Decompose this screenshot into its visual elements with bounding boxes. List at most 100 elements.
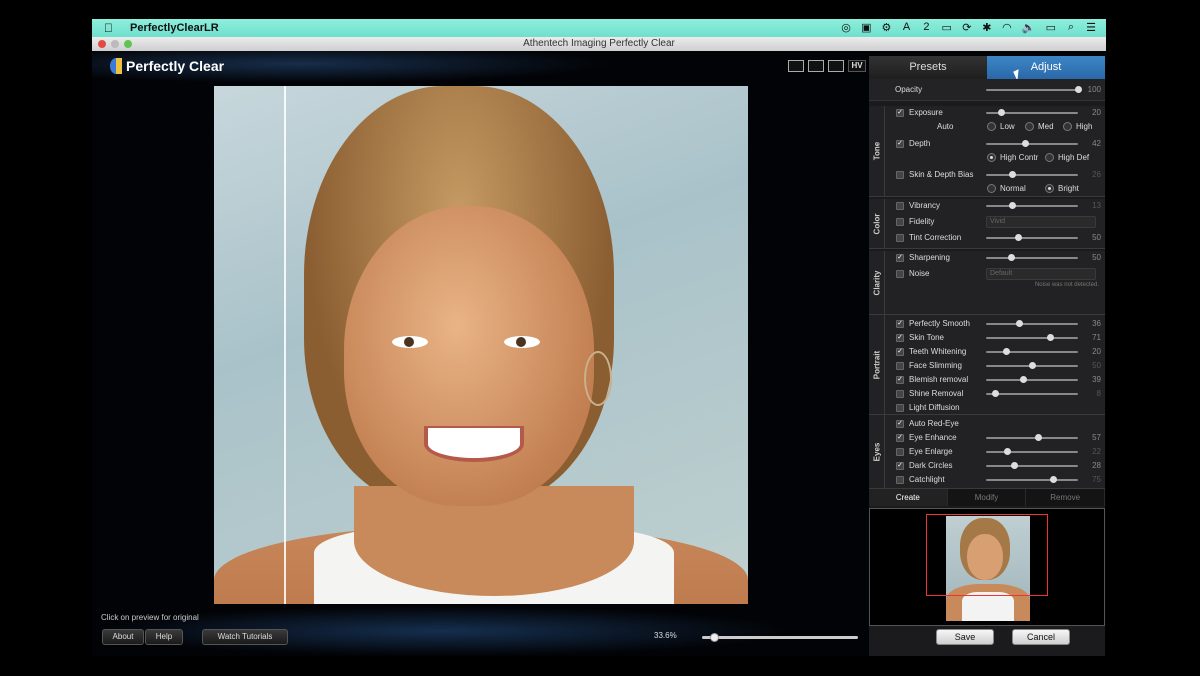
eye-enhance-slider-handle[interactable] [1035,434,1043,441]
auto-med-radio[interactable] [1025,122,1034,131]
shine-removal-checkbox[interactable] [896,390,904,398]
teeth-whitening-checkbox[interactable]: ✓ [896,348,904,356]
tray-item-icon[interactable]: ◎ [841,21,851,34]
help-button[interactable]: Help [145,629,183,645]
minimize-window-button[interactable] [111,40,119,48]
sharpening-checkbox[interactable]: ✓ [896,254,904,262]
auto-low-radio[interactable] [987,122,996,131]
navigator-preview[interactable] [869,508,1105,626]
depth-slider-handle[interactable] [1021,140,1029,147]
light-diffusion-checkbox[interactable] [896,404,904,412]
vibrancy-slider-handle[interactable] [1008,202,1016,209]
app-menu[interactable]: PerfectlyClearLR [130,22,219,34]
skin-bias-checkbox[interactable] [896,171,904,179]
skin-tone-checkbox[interactable]: ✓ [896,334,904,342]
auto-red-eye-checkbox[interactable]: ✓ [896,420,904,428]
apple-icon[interactable]:  [104,21,113,35]
tray-item-icon[interactable]: 🔈 [1022,21,1036,34]
tray-item-icon[interactable]: A [901,21,911,34]
opacity-slider-handle[interactable] [1075,86,1082,93]
eye-enlarge-checkbox[interactable] [896,448,904,456]
skin-tone-slider-handle[interactable] [1047,334,1055,341]
sharpening-slider[interactable] [986,254,1078,261]
tray-item-icon[interactable]: ☰ [1086,21,1096,34]
noise-select[interactable]: Default [986,268,1096,280]
tray-item-icon[interactable]: 2 [921,21,931,34]
eye-enlarge-slider-handle[interactable] [1004,448,1012,455]
single-view-icon[interactable] [788,60,804,72]
tray-item-icon[interactable]: ◠ [1002,21,1012,34]
depth-slider[interactable] [986,140,1078,147]
tray-item-icon[interactable]: ⚙ [881,21,892,34]
navigator-viewport-box[interactable] [926,514,1048,596]
sharpening-slider-handle[interactable] [1007,254,1015,261]
tray-item-icon[interactable]: ▭ [941,21,951,34]
catchlight-checkbox[interactable] [896,476,904,484]
save-button[interactable]: Save [936,629,994,645]
auto-high-radio[interactable] [1063,122,1072,131]
perfectly-smooth-checkbox[interactable]: ✓ [896,320,904,328]
exposure-checkbox[interactable]: ✓ [896,109,904,117]
zoom-slider[interactable] [702,633,858,642]
noise-checkbox[interactable] [896,270,904,278]
depth-checkbox[interactable]: ✓ [896,140,904,148]
tint-slider[interactable] [986,234,1078,241]
vibrancy-slider[interactable] [986,202,1078,209]
before-after-divider[interactable] [284,86,286,604]
zoom-window-button[interactable] [124,40,132,48]
eye-enhance-slider[interactable] [986,434,1078,441]
tray-item-icon[interactable]: ✱ [982,21,992,34]
exposure-slider-handle[interactable] [997,109,1005,116]
eye-enlarge-slider[interactable] [986,448,1078,455]
side-by-side-view-icon[interactable] [808,60,824,72]
dark-circles-slider[interactable] [986,462,1078,469]
tint-slider-handle[interactable] [1015,234,1023,241]
vibrancy-checkbox[interactable] [896,202,904,210]
face-slimming-checkbox[interactable] [896,362,904,370]
normal-radio[interactable] [987,184,996,193]
tray-item-icon[interactable]: ▣ [861,21,871,34]
create-preset-button[interactable]: Create [869,489,948,506]
split-view-icon[interactable] [828,60,844,72]
dark-circles-slider-handle[interactable] [1010,462,1018,469]
fidelity-checkbox[interactable] [896,218,904,226]
tray-item-icon[interactable]: ⟳ [962,21,972,34]
about-button[interactable]: About [102,629,144,645]
blemish-removal-checkbox[interactable]: ✓ [896,376,904,384]
skin-bias-slider-handle[interactable] [1008,171,1016,178]
teeth-whitening-slider[interactable] [986,348,1078,355]
close-window-button[interactable] [98,40,106,48]
tab-adjust[interactable]: Adjust [987,56,1105,79]
exposure-slider[interactable] [986,109,1078,116]
modify-preset-button[interactable]: Modify [948,489,1027,506]
high-def-radio[interactable] [1045,153,1054,162]
catchlight-slider-handle[interactable] [1050,476,1058,483]
face-slimming-slider[interactable] [986,362,1078,369]
teeth-whitening-slider-handle[interactable] [1003,348,1011,355]
catchlight-slider[interactable] [986,476,1078,483]
blemish-removal-slider-handle[interactable] [1019,376,1027,383]
watch-tutorials-button[interactable]: Watch Tutorials [202,629,288,645]
cancel-button[interactable]: Cancel [1012,629,1070,645]
tab-presets[interactable]: Presets [869,56,987,79]
blemish-removal-slider[interactable] [986,376,1078,383]
tray-item-icon[interactable]: ▭ [1046,21,1056,34]
face-slimming-slider-handle[interactable] [1029,362,1036,369]
skin-bias-slider[interactable] [986,171,1078,178]
tint-checkbox[interactable] [896,234,904,242]
fidelity-select[interactable]: Vivid [986,216,1096,228]
dark-circles-checkbox[interactable]: ✓ [896,462,904,470]
shine-removal-slider-handle[interactable] [992,390,1000,397]
shine-removal-slider[interactable] [986,390,1078,397]
photo-preview[interactable] [214,86,748,604]
hv-toggle-button[interactable]: HV [848,60,866,72]
skin-tone-slider[interactable] [986,334,1078,341]
bright-radio[interactable] [1045,184,1054,193]
perfectly-smooth-slider[interactable] [986,320,1078,327]
high-contr-radio[interactable] [987,153,996,162]
opacity-slider[interactable] [986,86,1082,93]
perfectly-smooth-slider-handle[interactable] [1016,320,1024,327]
tray-item-icon[interactable]: ⌕ [1066,21,1076,34]
zoom-slider-handle[interactable] [709,633,719,642]
eye-enhance-checkbox[interactable]: ✓ [896,434,904,442]
